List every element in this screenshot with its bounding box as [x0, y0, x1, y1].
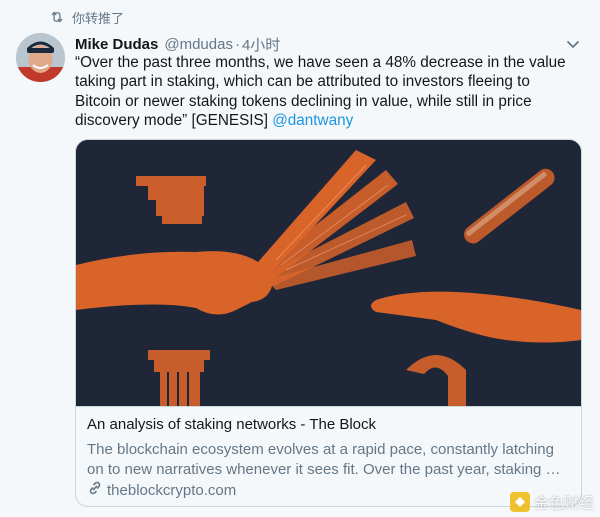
card-image[interactable]: [76, 140, 581, 407]
card-domain[interactable]: theblockcrypto.com: [87, 480, 236, 500]
tweet[interactable]: 你转推了 Mike Dudas @mdudas · 4小时 “Over the …: [0, 0, 600, 517]
tweet-text: “Over the past three months, we have see…: [75, 53, 580, 131]
author-name[interactable]: Mike Dudas: [75, 36, 158, 53]
avatar[interactable]: [16, 33, 65, 82]
retweet-label: 你转推了: [72, 10, 125, 26]
watermark: 金色财经: [509, 489, 594, 515]
tweet-header: Mike Dudas @mdudas · 4小时: [75, 33, 580, 55]
watermark-logo-icon: [509, 492, 530, 512]
chevron-down-icon[interactable]: [566, 37, 580, 51]
watermark-text: 金色财经: [533, 494, 594, 512]
link-card[interactable]: An analysis of staking networks - The Bl…: [75, 139, 582, 507]
card-domain-text: theblockcrypto.com: [107, 481, 237, 499]
retweet-context: 你转推了: [50, 6, 124, 28]
separator: ·: [234, 35, 240, 53]
retweet-icon: [50, 10, 64, 24]
link-icon: [87, 480, 103, 500]
author-handle[interactable]: @mdudas: [164, 36, 233, 53]
card-title[interactable]: An analysis of staking networks - The Bl…: [87, 416, 572, 433]
mention-link[interactable]: @dantwany: [272, 112, 353, 129]
card-description: The blockchain ecosystem evolves at a ra…: [87, 441, 561, 478]
tweet-time[interactable]: 4小时: [242, 34, 280, 55]
